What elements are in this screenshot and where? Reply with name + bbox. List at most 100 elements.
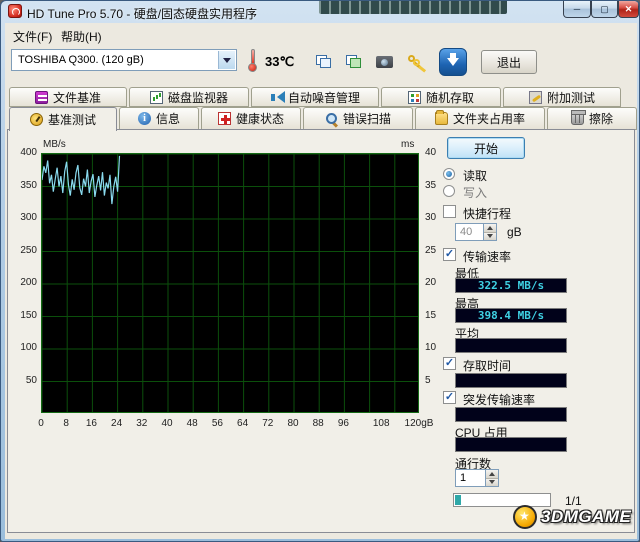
- speaker-icon: [270, 90, 285, 104]
- tab-label: 附加测试: [546, 90, 595, 105]
- registration-button[interactable]: [403, 49, 429, 75]
- axis-tick: 400: [20, 147, 37, 158]
- tab-random-access[interactable]: 随机存取: [381, 87, 501, 107]
- camera-icon: [375, 56, 393, 68]
- temperature-value: 33℃: [265, 54, 295, 69]
- thermometer-icon: [247, 49, 259, 73]
- app-icon: [8, 4, 22, 18]
- copy-info-button[interactable]: [311, 49, 337, 75]
- checkbox-short-stroke[interactable]: [443, 205, 456, 218]
- max-value: 398.4 MB/s: [455, 308, 567, 323]
- tab-disk-monitor[interactable]: 磁盘监视器: [129, 87, 249, 107]
- tab-label: 磁盘监视器: [167, 90, 228, 105]
- progress-fill: [455, 495, 461, 505]
- folder-icon: [434, 110, 448, 125]
- tab-health[interactable]: 健康状态: [201, 107, 301, 130]
- axis-tick: 40: [425, 147, 437, 158]
- tab-label: 信息: [155, 112, 180, 126]
- short-stroke-unit: gB: [507, 225, 522, 239]
- radio-write[interactable]: [443, 185, 455, 197]
- axis-tick: 200: [20, 277, 37, 288]
- drive-select-dropdown[interactable]: TOSHIBA Q300. (120 gB): [11, 49, 237, 71]
- radio-write-label[interactable]: 写入: [463, 184, 487, 201]
- axis-tick: 5: [425, 374, 431, 386]
- axis-tick: 300: [20, 212, 37, 223]
- spin-up-icon[interactable]: [484, 224, 496, 233]
- checkbox-access-time[interactable]: ✓: [443, 357, 456, 370]
- info-icon: [137, 112, 151, 125]
- file-benchmark-icon: [34, 90, 48, 104]
- checkbox-burst-rate[interactable]: ✓: [443, 391, 456, 404]
- app-window: HD Tune Pro 5.70 - 硬盘/固态硬盘实用程序 ─ ▢ ✕ 文件(…: [0, 0, 640, 542]
- radio-read-label[interactable]: 读取: [463, 167, 487, 184]
- tab-extra-tests[interactable]: 附加测试: [503, 87, 621, 107]
- tab-benchmark[interactable]: 基准测试: [9, 107, 117, 131]
- health-cross-icon: [217, 112, 231, 125]
- menu-file[interactable]: 文件(F): [7, 26, 58, 47]
- background-window-artifact: [319, 1, 507, 14]
- transfer-rate-label[interactable]: 传输速率: [463, 248, 511, 265]
- checkbox-transfer-rate[interactable]: ✓: [443, 248, 456, 261]
- tab-error-scan[interactable]: 错误扫描: [303, 107, 413, 130]
- menu-help[interactable]: 帮助(H): [55, 26, 108, 47]
- save-screenshot-button[interactable]: [371, 49, 397, 75]
- tab-folder-usage[interactable]: 文件夹占用率: [415, 107, 545, 130]
- spin-down-icon[interactable]: [486, 478, 498, 486]
- short-stroke-spinner[interactable]: 40: [455, 223, 497, 241]
- passes-spinner[interactable]: 1: [455, 469, 499, 487]
- axis-tick: 15: [425, 309, 437, 321]
- tab-label: 擦除: [588, 112, 613, 126]
- y-axis-unit-left: MB/s: [43, 139, 66, 150]
- minimize-button[interactable]: ─: [563, 1, 591, 18]
- tab-erase[interactable]: 擦除: [547, 107, 637, 130]
- close-button[interactable]: ✕: [618, 1, 639, 18]
- 3dmgame-logo-icon: [513, 505, 537, 529]
- cpu-usage-value: [455, 437, 567, 452]
- disk-monitor-icon: [149, 90, 163, 104]
- axis-tick: 150: [20, 309, 37, 321]
- titlebar[interactable]: HD Tune Pro 5.70 - 硬盘/固态硬盘实用程序 ─ ▢ ✕: [1, 1, 639, 23]
- y-axis-unit-right: ms: [401, 139, 415, 150]
- axis-tick: 350: [20, 179, 37, 191]
- chevron-down-icon[interactable]: [218, 51, 235, 69]
- random-access-icon: [407, 90, 421, 104]
- watermark-text: 3DMGAME: [541, 507, 632, 526]
- tab-label: 随机存取: [425, 90, 474, 105]
- min-value: 322.5 MB/s: [455, 278, 567, 293]
- axis-tick: 10: [425, 342, 437, 353]
- tab-file-benchmark[interactable]: 文件基准: [9, 87, 127, 107]
- access-time-value: [455, 373, 567, 388]
- tab-info[interactable]: 信息: [119, 107, 199, 130]
- axis-tick: 108: [372, 418, 390, 429]
- short-stroke-value: 40: [460, 226, 473, 238]
- short-stroke-label[interactable]: 快捷行程: [463, 205, 511, 222]
- benchmark-gauge-icon: [29, 113, 43, 126]
- access-time-label[interactable]: 存取时间: [463, 357, 511, 374]
- watermark: 3DMGAME: [513, 505, 631, 529]
- axis-tick: 20: [425, 277, 437, 288]
- tab-label: 文件夹占用率: [452, 112, 525, 126]
- spin-down-icon[interactable]: [484, 232, 496, 240]
- client-area: 文件(F) 帮助(H) TOSHIBA Q300. (120 gB) 33℃ 退…: [5, 23, 637, 539]
- start-button[interactable]: 开始: [447, 137, 525, 159]
- tab-aam[interactable]: 自动噪音管理: [251, 87, 379, 107]
- down-arrow-icon: [447, 53, 459, 72]
- extra-tests-icon: [528, 90, 542, 104]
- burst-rate-label[interactable]: 突发传输速率: [463, 391, 535, 408]
- spin-up-icon[interactable]: [486, 470, 498, 479]
- axis-tick: 250: [20, 244, 37, 256]
- benchmark-chart: MB/s ms 400 350 300 250 200 150 100 50 40 35 30 25 2…: [13, 137, 459, 437]
- transfer-rate-line: [42, 155, 121, 205]
- radio-read[interactable]: [443, 168, 455, 180]
- update-download-button[interactable]: [439, 48, 467, 76]
- trash-icon: [570, 110, 586, 125]
- window-title: HD Tune Pro 5.70 - 硬盘/固态硬盘实用程序: [27, 7, 258, 21]
- burst-rate-value: [455, 407, 567, 422]
- maximize-button[interactable]: ▢: [591, 1, 618, 18]
- tab-label: 文件基准: [52, 90, 101, 105]
- copy-screenshot-button[interactable]: [341, 49, 367, 75]
- axis-tick: 50: [25, 374, 37, 386]
- axis-tick: 96: [337, 418, 349, 429]
- exit-button[interactable]: 退出: [481, 50, 537, 74]
- copy-pages-green-icon: [346, 55, 362, 69]
